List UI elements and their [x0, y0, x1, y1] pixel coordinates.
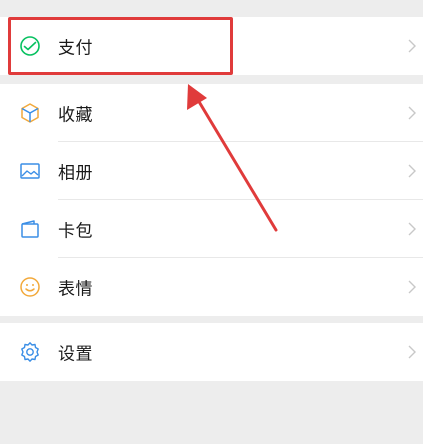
album-picture-icon — [19, 160, 41, 182]
sticker-smile-icon — [19, 276, 41, 298]
menu-item-label: 设置 — [58, 344, 93, 365]
menu-item-album[interactable]: 相册 — [0, 142, 423, 200]
card-wallet-icon — [19, 218, 41, 240]
menu-item-label: 表情 — [58, 279, 93, 300]
menu-item-card-wallet[interactable]: 卡包 — [0, 200, 423, 258]
features-section: 收藏 相册 卡包 表情 — [0, 84, 423, 316]
chevron-right-icon — [408, 345, 416, 359]
chevron-right-icon — [408, 222, 416, 236]
menu-item-settings[interactable]: 设置 — [0, 323, 423, 381]
chevron-right-icon — [408, 106, 416, 120]
chevron-right-icon — [408, 280, 416, 294]
menu-item-label: 收藏 — [58, 105, 93, 126]
menu-item-favorites[interactable]: 收藏 — [0, 84, 423, 142]
favorites-cube-icon — [19, 102, 41, 124]
chevron-right-icon — [408, 39, 416, 53]
settings-section: 设置 — [0, 323, 423, 381]
menu-item-label: 卡包 — [58, 221, 93, 242]
highlight-box — [8, 17, 233, 75]
menu-item-stickers[interactable]: 表情 — [0, 258, 423, 316]
menu-item-label: 相册 — [58, 163, 93, 184]
me-tab-screen: 支付 收藏 相册 卡包 表情 设置 — [0, 0, 423, 444]
chevron-right-icon — [408, 164, 416, 178]
settings-gear-icon — [19, 341, 41, 363]
